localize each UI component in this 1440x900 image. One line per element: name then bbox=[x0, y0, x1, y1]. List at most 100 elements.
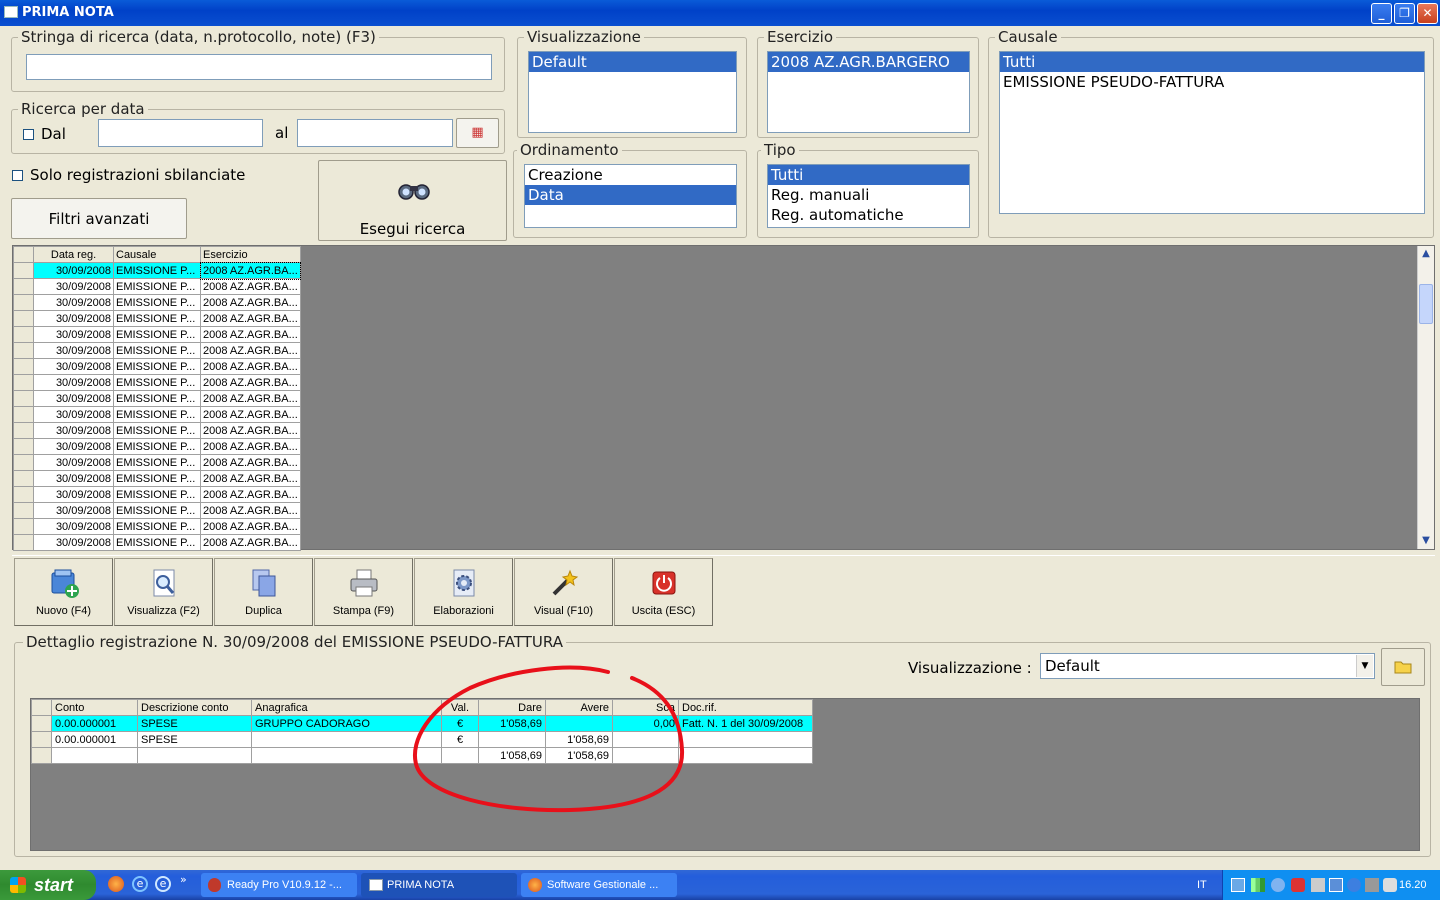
task-software-gestionale[interactable]: Software Gestionale ... bbox=[521, 873, 677, 897]
table-row[interactable]: 30/09/2008 EMISSIONE P... 2008 AZ.AGR.BA..… bbox=[13, 342, 301, 359]
open-folder-button[interactable] bbox=[1381, 648, 1425, 686]
cell-esercizio[interactable]: 2008 AZ.AGR.BA... bbox=[200, 422, 301, 439]
cell-data-reg[interactable]: 30/09/2008 bbox=[33, 406, 114, 423]
table-row[interactable]: 30/09/2008 EMISSIONE P... 2008 AZ.AGR.BA..… bbox=[13, 390, 301, 407]
row-header[interactable] bbox=[13, 278, 34, 295]
causale-item-emissione[interactable]: EMISSIONE PSEUDO-FATTURA bbox=[1000, 72, 1424, 92]
cell-esercizio[interactable]: 2008 AZ.AGR.BA... bbox=[200, 486, 301, 503]
table-row[interactable]: 30/09/2008 EMISSIONE P... 2008 AZ.AGR.BA..… bbox=[13, 422, 301, 439]
advanced-filters-button[interactable]: Filtri avanzati bbox=[11, 198, 187, 239]
cell-data-reg[interactable]: 30/09/2008 bbox=[33, 374, 114, 391]
cell-esercizio[interactable]: 2008 AZ.AGR.BA... bbox=[200, 342, 301, 359]
registrations-grid[interactable]: Data reg. Causale Esercizio 30/09/2008 EM… bbox=[12, 245, 1435, 551]
table-row[interactable]: 30/09/2008 EMISSIONE P... 2008 AZ.AGR.BA..… bbox=[13, 502, 301, 519]
cell-esercizio[interactable]: 2008 AZ.AGR.BA... bbox=[200, 518, 301, 535]
table-row[interactable]: 30/09/2008 EMISSIONE P... 2008 AZ.AGR.BA..… bbox=[13, 261, 302, 280]
cell-causale[interactable]: EMISSIONE P... bbox=[113, 438, 201, 455]
cell-causale[interactable]: EMISSIONE P... bbox=[113, 310, 201, 327]
antivirus-icon[interactable] bbox=[1291, 878, 1305, 892]
causale-item-tutti[interactable]: Tutti bbox=[1000, 52, 1424, 72]
close-button[interactable]: ✕ bbox=[1417, 3, 1438, 24]
cell-descrizione[interactable] bbox=[137, 747, 252, 764]
task-ready-pro[interactable]: Ready Pro V10.9.12 -... bbox=[201, 873, 357, 897]
cell-esercizio[interactable]: 2008 AZ.AGR.BA... bbox=[200, 294, 301, 311]
col-descrizione[interactable]: Descrizione conto bbox=[137, 699, 252, 716]
unbalanced-checkbox[interactable] bbox=[12, 170, 23, 181]
row-header[interactable] bbox=[13, 486, 34, 503]
cell-esercizio[interactable]: 2008 AZ.AGR.BA... bbox=[200, 310, 301, 327]
usb-icon[interactable] bbox=[1365, 878, 1379, 892]
cell-descrizione[interactable]: SPESE bbox=[137, 715, 252, 732]
ie-quicklaunch-icon[interactable]: e bbox=[132, 876, 148, 892]
cell-data-reg[interactable]: 30/09/2008 bbox=[33, 278, 114, 295]
cell-esercizio[interactable]: 2008 AZ.AGR.BA... bbox=[200, 438, 301, 455]
cell-data-reg[interactable]: 30/09/2008 bbox=[33, 518, 114, 535]
fiscal-year-listbox[interactable]: 2008 AZ.AGR.BARGERO bbox=[767, 51, 970, 133]
row-header[interactable] bbox=[13, 454, 34, 471]
type-item-automatiche[interactable]: Reg. automatiche bbox=[768, 205, 969, 225]
cell-data-reg[interactable]: 30/09/2008 bbox=[33, 502, 114, 519]
cell-data-reg[interactable]: 30/09/2008 bbox=[33, 534, 114, 551]
col-esercizio[interactable]: Esercizio bbox=[200, 246, 301, 263]
view-item-default[interactable]: Default bbox=[529, 52, 736, 72]
row-header[interactable] bbox=[31, 715, 52, 732]
row-header[interactable] bbox=[13, 406, 34, 423]
cell-data-reg[interactable]: 30/09/2008 bbox=[33, 390, 114, 407]
table-row[interactable]: 30/09/2008 EMISSIONE P... 2008 AZ.AGR.BA..… bbox=[13, 278, 301, 295]
scroll-down-icon[interactable]: ▼ bbox=[1418, 533, 1434, 549]
minimize-button[interactable]: _ bbox=[1371, 3, 1392, 24]
col-conto[interactable]: Conto bbox=[51, 699, 138, 716]
cell-conto[interactable] bbox=[51, 747, 138, 764]
cell-esercizio[interactable]: 2008 AZ.AGR.BA... bbox=[199, 261, 302, 280]
cell-descrizione[interactable]: SPESE bbox=[137, 731, 252, 748]
row-header[interactable] bbox=[31, 731, 52, 748]
date-from-input[interactable] bbox=[98, 119, 263, 147]
order-item-creazione[interactable]: Creazione bbox=[525, 165, 736, 185]
table-row[interactable]: 30/09/2008 EMISSIONE P... 2008 AZ.AGR.BA..… bbox=[13, 294, 301, 311]
table-row[interactable]: 30/09/2008 EMISSIONE P... 2008 AZ.AGR.BA..… bbox=[13, 518, 301, 535]
table-row[interactable]: 30/09/2008 EMISSIONE P... 2008 AZ.AGR.BA..… bbox=[13, 310, 301, 327]
row-header[interactable] bbox=[13, 326, 34, 343]
cell-data-reg[interactable]: 30/09/2008 bbox=[33, 310, 114, 327]
cell-data-reg[interactable]: 30/09/2008 bbox=[33, 262, 114, 279]
cell-data-reg[interactable]: 30/09/2008 bbox=[33, 486, 114, 503]
cell-causale[interactable]: EMISSIONE P... bbox=[113, 470, 201, 487]
row-header[interactable] bbox=[13, 294, 34, 311]
cell-esercizio[interactable]: 2008 AZ.AGR.BA... bbox=[200, 470, 301, 487]
new-button[interactable]: Nuovo (F4) bbox=[14, 558, 113, 626]
language-indicator[interactable]: IT bbox=[1197, 870, 1207, 900]
cell-esercizio[interactable]: 2008 AZ.AGR.BA... bbox=[200, 278, 301, 295]
cell-esercizio[interactable]: 2008 AZ.AGR.BA... bbox=[200, 502, 301, 519]
browser-quicklaunch-icon[interactable]: e bbox=[155, 876, 171, 892]
row-header[interactable] bbox=[13, 518, 34, 535]
table-row[interactable]: 30/09/2008 EMISSIONE P... 2008 AZ.AGR.BA..… bbox=[13, 438, 301, 455]
cell-causale[interactable]: EMISSIONE P... bbox=[113, 406, 201, 423]
processing-button[interactable]: Elaborazioni bbox=[414, 558, 513, 626]
detail-view-select[interactable]: Default ▼ bbox=[1040, 653, 1375, 679]
cell-causale[interactable]: EMISSIONE P... bbox=[113, 342, 201, 359]
cell-causale[interactable]: EMISSIONE P... bbox=[113, 422, 201, 439]
cell-conto[interactable]: 0.00.000001 bbox=[51, 715, 138, 732]
title-bar[interactable]: PRIMA NOTA _ ❐ ✕ bbox=[0, 0, 1440, 26]
order-listbox[interactable]: Creazione Data bbox=[524, 164, 737, 228]
row-header[interactable] bbox=[13, 342, 34, 359]
info-icon[interactable] bbox=[1347, 878, 1361, 892]
type-listbox[interactable]: Tutti Reg. manuali Reg. automatiche bbox=[767, 164, 970, 228]
visual-button[interactable]: Visual (F10) bbox=[514, 558, 613, 626]
type-item-tutti[interactable]: Tutti bbox=[768, 165, 969, 185]
order-item-data[interactable]: Data bbox=[525, 185, 736, 205]
scroll-thumb[interactable] bbox=[1419, 284, 1433, 324]
cell-causale[interactable]: EMISSIONE P... bbox=[113, 374, 201, 391]
run-search-button[interactable]: Esegui ricerca bbox=[318, 160, 507, 241]
date-to-input[interactable] bbox=[297, 119, 453, 147]
cell-causale[interactable]: EMISSIONE P... bbox=[113, 326, 201, 343]
exit-button[interactable]: Uscita (ESC) bbox=[614, 558, 713, 626]
table-row[interactable]: 30/09/2008 EMISSIONE P... 2008 AZ.AGR.BA..… bbox=[13, 470, 301, 487]
cell-causale[interactable]: EMISSIONE P... bbox=[113, 534, 201, 551]
row-header[interactable] bbox=[13, 502, 34, 519]
volume-icon[interactable] bbox=[1383, 878, 1397, 892]
col-data-reg[interactable]: Data reg. bbox=[33, 246, 114, 263]
cell-causale[interactable]: EMISSIONE P... bbox=[113, 486, 201, 503]
detail-grid[interactable]: Conto Descrizione conto Anagrafica Val. … bbox=[30, 698, 1420, 851]
table-row[interactable]: 30/09/2008 EMISSIONE P... 2008 AZ.AGR.BA..… bbox=[13, 374, 301, 391]
